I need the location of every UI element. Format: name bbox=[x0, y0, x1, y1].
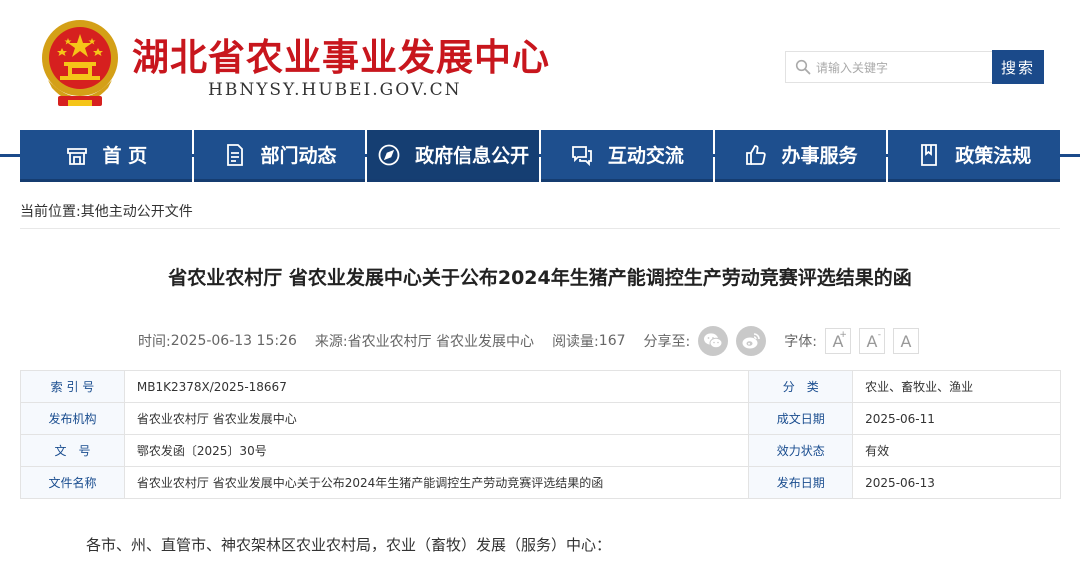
share-wechat-button[interactable] bbox=[698, 326, 729, 356]
publish-date-value: 2025-06-13 bbox=[852, 466, 1061, 499]
time-label: 时间: bbox=[138, 334, 171, 350]
reads-value: 167 bbox=[598, 333, 626, 349]
article-salutation: 各市、州、直管市、神农架林区农业农村局，农业（畜牧）发展（服务）中心： bbox=[86, 536, 612, 554]
nav-item-department-news[interactable]: 部门动态 bbox=[193, 130, 366, 182]
thumbs-up-icon bbox=[745, 144, 766, 165]
index-number-value: MB1K2378X/2025-18667 bbox=[123, 370, 750, 403]
publish-date-label: 发布日期 bbox=[748, 466, 854, 499]
file-name-label: 文件名称 bbox=[20, 466, 125, 499]
document-icon bbox=[226, 143, 243, 166]
nav-item-policies[interactable]: 政策法规 bbox=[888, 130, 1061, 182]
article-title: 省农业农村厅 省农业发展中心关于公布2024年生猪产能调控生产劳动竞赛评选结果的… bbox=[168, 267, 912, 289]
doc-number-value: 鄂农发函〔2025〕30号 bbox=[123, 434, 750, 467]
home-icon bbox=[66, 147, 87, 165]
font-size-decrease-button[interactable]: A- bbox=[858, 328, 885, 354]
validity-label: 效力状态 bbox=[748, 434, 854, 467]
nav-item-gov-info-disclosure[interactable]: 政府信息公开 bbox=[367, 130, 540, 182]
compass-icon bbox=[378, 144, 400, 165]
breadcrumb-prefix: 当前位置: bbox=[20, 204, 81, 220]
nav-item-home[interactable]: 首 页 bbox=[20, 130, 192, 182]
nav-item-label: 首 页 bbox=[102, 145, 148, 167]
index-number-label: 索 引 号 bbox=[20, 370, 125, 403]
font-size-reset-label: A bbox=[900, 331, 912, 351]
nav-item-label: 政策法规 bbox=[955, 145, 1032, 167]
nav-item-label: 部门动态 bbox=[260, 145, 337, 167]
search-button[interactable]: 搜索 bbox=[992, 50, 1044, 84]
font-label: 字体: bbox=[784, 334, 817, 350]
search-input[interactable] bbox=[814, 56, 988, 80]
document-info-table: 索 引 号 MB1K2378X/2025-18667 分 类 农业、畜牧业、渔业… bbox=[20, 370, 1061, 499]
table-row: 索 引 号 MB1K2378X/2025-18667 分 类 农业、畜牧业、渔业 bbox=[20, 370, 1061, 403]
table-row: 发布机构 省农业农村厅 省农业发展中心 成文日期 2025-06-11 bbox=[20, 402, 1061, 435]
search-box bbox=[785, 51, 992, 83]
share-label: 分享至: bbox=[643, 334, 691, 350]
category-value: 农业、畜牧业、渔业 bbox=[852, 370, 1061, 403]
national-emblem-icon[interactable] bbox=[38, 18, 122, 110]
share-weibo-button[interactable] bbox=[736, 326, 767, 356]
main-nav: 首 页 部门动态 政府信息公开 互动交流 办事服务 政策法规 bbox=[20, 130, 1061, 182]
source-label: 来源: bbox=[314, 334, 348, 350]
font-size-decrease-label: A bbox=[866, 331, 878, 351]
nav-item-label: 互动交流 bbox=[607, 145, 684, 167]
publisher-label: 发布机构 bbox=[20, 402, 125, 435]
search-icon bbox=[795, 59, 811, 75]
site-domain: HBNYSY.HUBEI.GOV.CN bbox=[208, 80, 462, 100]
category-label: 分 类 bbox=[748, 370, 854, 403]
nav-item-label: 办事服务 bbox=[781, 145, 858, 167]
breadcrumb-current[interactable]: 其他主动公开文件 bbox=[81, 204, 193, 220]
written-date-label: 成文日期 bbox=[748, 402, 854, 435]
table-row: 文 号 鄂农发函〔2025〕30号 效力状态 有效 bbox=[20, 434, 1061, 467]
file-name-value: 省农业农村厅 省农业发展中心关于公布2024年生猪产能调控生产劳动竞赛评选结果的… bbox=[123, 466, 750, 499]
time-value: 2025-06-13 15:26 bbox=[170, 333, 297, 349]
reads-label: 阅读量: bbox=[552, 334, 599, 350]
nav-item-services[interactable]: 办事服务 bbox=[714, 130, 887, 182]
article-meta: 时间: 2025-06-13 15:26 来源: 省农业农村厅 省农业发展中心 … bbox=[138, 325, 919, 357]
book-icon bbox=[921, 143, 938, 166]
site-header: 湖北省农业事业发展中心 HBNYSY.HUBEI.GOV.CN 搜索 bbox=[0, 0, 1080, 130]
validity-value: 有效 bbox=[852, 434, 1061, 467]
nav-item-interaction[interactable]: 互动交流 bbox=[541, 130, 713, 182]
written-date-value: 2025-06-11 bbox=[852, 402, 1061, 435]
wechat-icon bbox=[704, 333, 723, 349]
publisher-value: 省农业农村厅 省农业发展中心 bbox=[123, 402, 750, 435]
font-size-increase-button[interactable]: A + bbox=[824, 328, 851, 354]
weibo-icon bbox=[742, 333, 761, 349]
breadcrumb: 当前位置:其他主动公开文件 bbox=[20, 201, 193, 221]
doc-number-label: 文 号 bbox=[20, 434, 125, 467]
table-row: 文件名称 省农业农村厅 省农业发展中心关于公布2024年生猪产能调控生产劳动竞赛… bbox=[20, 466, 1061, 499]
source-value: 省农业农村厅 省农业发展中心 bbox=[347, 334, 535, 350]
chat-icon bbox=[571, 145, 592, 166]
nav-item-label: 政府信息公开 bbox=[415, 145, 530, 167]
site-title[interactable]: 湖北省农业事业发展中心 bbox=[132, 27, 550, 81]
font-size-reset-button[interactable]: A bbox=[892, 328, 919, 354]
